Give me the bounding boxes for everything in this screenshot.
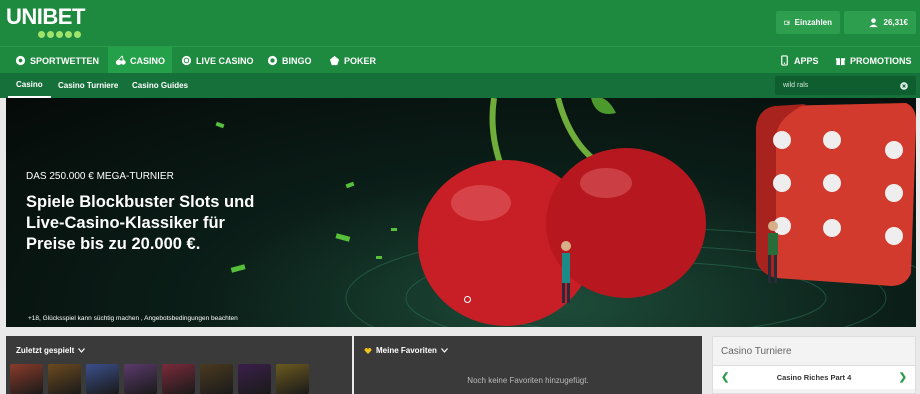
- gift-icon: [835, 57, 846, 66]
- chevron-left-icon[interactable]: ❮: [721, 372, 729, 383]
- bingo-ball-icon: [267, 55, 278, 66]
- nav-casino-label: CASINO: [130, 55, 166, 66]
- subnav-casino-turniere[interactable]: Casino Turniere: [58, 73, 118, 98]
- nav-casino[interactable]: CASINO: [108, 47, 173, 74]
- balance-label: 26,31€: [883, 18, 908, 27]
- nav-sportwetten-label: SPORTWETTEN: [30, 55, 99, 66]
- nav-promotions-label: PROMOTIONS: [850, 55, 912, 66]
- account-balance-button[interactable]: 26,31€: [844, 11, 916, 34]
- wallet-icon: [784, 20, 790, 25]
- hero-banner[interactable]: DAS 250.000 € MEGA-TURNIER Spiele Blockb…: [6, 98, 916, 327]
- chevron-down-icon: [440, 348, 448, 353]
- casino-tournaments-panel: Casino Turniere ❮ Casino Riches Part 4 ❯: [712, 336, 916, 394]
- logo-text: UNIBET: [6, 4, 85, 29]
- recent-game-thumbnail[interactable]: [124, 364, 157, 394]
- nav-sportwetten[interactable]: SPORTWETTEN: [8, 47, 106, 74]
- cherry-icon: [115, 55, 126, 66]
- recent-game-thumbnail[interactable]: [86, 364, 119, 394]
- search-value: wild rals: [783, 82, 809, 89]
- search-input[interactable]: wild rals: [775, 76, 916, 95]
- favorites-panel: Meine Favoriten Noch keine Favoriten hin…: [354, 336, 702, 394]
- mobile-icon: [781, 55, 788, 66]
- heart-icon: [364, 347, 372, 354]
- user-icon: [868, 18, 878, 28]
- recent-game-thumbnail[interactable]: [10, 364, 43, 394]
- recent-game-thumbnail[interactable]: [162, 364, 195, 394]
- subnav-casino-guides[interactable]: Casino Guides: [132, 73, 188, 98]
- nav-bingo-label: BINGO: [282, 55, 312, 66]
- top-bar: UNIBET Einzahlen 26,31€: [0, 0, 920, 46]
- subnav-casino[interactable]: Casino: [8, 73, 51, 98]
- recent-game-thumbnail[interactable]: [200, 364, 233, 394]
- recently-played-panel: Zuletzt gespielt: [6, 336, 352, 394]
- hero-title: Spiele Blockbuster Slots und Live-Casino…: [26, 193, 255, 253]
- recent-game-thumbnail[interactable]: [238, 364, 271, 394]
- nav-apps[interactable]: APPS: [772, 47, 826, 74]
- favorites-label: Meine Favoriten: [376, 346, 437, 355]
- tournaments-title: Casino Turniere: [721, 346, 792, 357]
- recently-played-label: Zuletzt gespielt: [16, 346, 75, 355]
- soccer-ball-icon: [15, 55, 26, 66]
- recent-game-thumbnail[interactable]: [276, 364, 309, 394]
- recent-games-list: [10, 364, 309, 394]
- unibet-logo[interactable]: UNIBET: [6, 4, 85, 38]
- logo-dots: [38, 31, 85, 38]
- nav-bingo[interactable]: BINGO: [260, 47, 319, 74]
- chip-icon: [181, 55, 192, 66]
- deposit-label: Einzahlen: [794, 18, 832, 27]
- hero-disclaimer: +18, Glücksspiel kann süchtig machen , A…: [28, 315, 238, 322]
- deposit-button[interactable]: Einzahlen: [776, 11, 840, 34]
- chevron-right-icon[interactable]: ❯: [899, 372, 907, 383]
- nav-poker-label: POKER: [344, 55, 377, 66]
- favorites-dropdown[interactable]: Meine Favoriten: [364, 346, 448, 355]
- chevron-down-icon: [78, 348, 86, 353]
- nav-poker[interactable]: POKER: [322, 47, 383, 74]
- hero-kicker: DAS 250.000 € MEGA-TURNIER: [26, 171, 174, 182]
- tournament-carousel: ❮ Casino Riches Part 4 ❯: [713, 365, 915, 389]
- nav-promotions[interactable]: PROMOTIONS: [828, 47, 919, 74]
- nav-live-casino-label: LIVE CASINO: [196, 55, 254, 66]
- clear-search-icon[interactable]: [900, 81, 908, 90]
- carousel-dot[interactable]: [464, 296, 471, 303]
- recently-played-dropdown[interactable]: Zuletzt gespielt: [16, 346, 86, 355]
- main-nav: SPORTWETTEN CASINO LIVE CASINO BINGO POK…: [0, 46, 920, 74]
- poker-icon: [329, 55, 340, 66]
- nav-live-casino[interactable]: LIVE CASINO: [174, 47, 261, 74]
- recent-game-thumbnail[interactable]: [48, 364, 81, 394]
- nav-apps-label: APPS: [794, 55, 819, 66]
- favorites-empty-text: Noch keine Favoriten hinzugefügt.: [467, 376, 589, 385]
- tournament-name[interactable]: Casino Riches Part 4: [777, 373, 852, 382]
